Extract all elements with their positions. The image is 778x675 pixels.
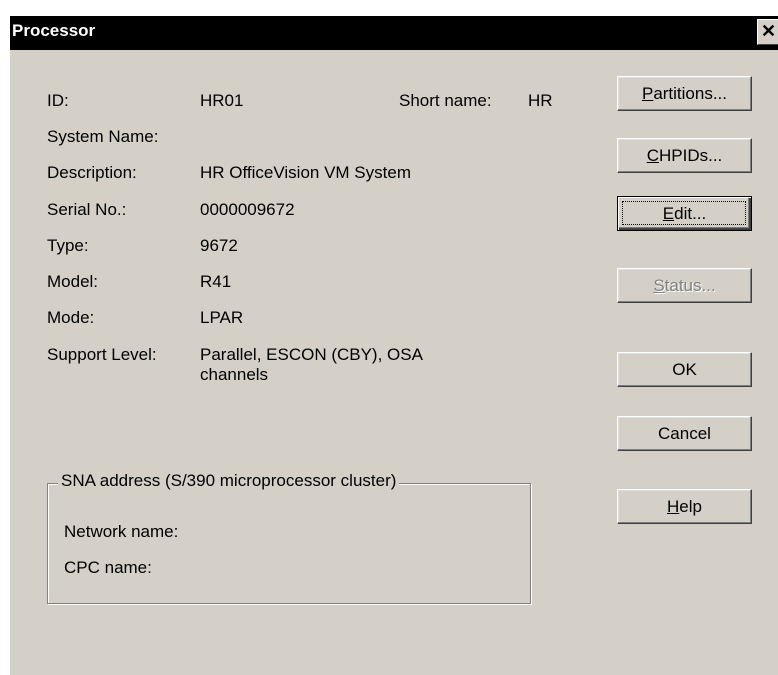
short-name-value: HR [528, 91, 553, 110]
help-mnemonic: H [667, 497, 680, 516]
description-value: HR OfficeVision VM System [200, 163, 411, 182]
cpc-name-label: CPC name: [64, 558, 152, 577]
serial-label: Serial No.: [47, 200, 127, 219]
chpids-label: HPIDs... [658, 146, 723, 165]
mode-label: Mode: [47, 308, 95, 327]
focus-rectangle [622, 201, 746, 225]
edit-button[interactable]: Edit... [617, 196, 752, 231]
short-name-label: Short name: [399, 91, 492, 110]
chpids-button[interactable]: CHPIDs... [617, 138, 752, 173]
partitions-button[interactable]: Partitions... [617, 76, 752, 111]
network-name-label: Network name: [64, 522, 179, 541]
status-button[interactable]: Status... [617, 268, 752, 303]
system-name-label: System Name: [47, 127, 159, 146]
help-label: elp [679, 497, 702, 516]
type-value: 9672 [200, 236, 238, 255]
id-label: ID: [47, 91, 69, 110]
status-mnemonic: S [653, 276, 665, 295]
close-icon: ✕ [760, 21, 777, 41]
serial-value: 0000009672 [200, 200, 295, 219]
close-button[interactable]: ✕ [757, 19, 778, 45]
dialog-title: Processor [12, 21, 96, 40]
support-level-label: Support Level: [47, 345, 157, 364]
title-bar: Processor ✕ [10, 16, 778, 50]
sna-address-group [47, 483, 531, 604]
chpids-mnemonic: C [646, 146, 659, 165]
cancel-label: Cancel [658, 424, 711, 443]
ok-label: OK [672, 360, 697, 379]
model-value: R41 [200, 272, 232, 291]
partitions-mnemonic: P [641, 84, 654, 103]
sna-group-legend: SNA address (S/390 microprocessor cluste… [58, 471, 400, 491]
help-button[interactable]: Help [617, 489, 752, 524]
cancel-button[interactable]: Cancel [617, 416, 752, 451]
ok-button[interactable]: OK [617, 352, 752, 387]
description-label: Description: [47, 163, 137, 182]
processor-dialog: Processor ✕ ID: HR01 Short name: HR Syst… [9, 15, 778, 675]
support-level-value: Parallel, ESCON (CBY), OSA channels [200, 345, 423, 384]
id-value: HR01 [200, 91, 244, 110]
status-label: tatus... [664, 276, 716, 295]
partitions-label: artitions... [653, 84, 728, 103]
mode-value: LPAR [200, 308, 244, 327]
type-label: Type: [47, 236, 89, 255]
model-label: Model: [47, 272, 99, 291]
